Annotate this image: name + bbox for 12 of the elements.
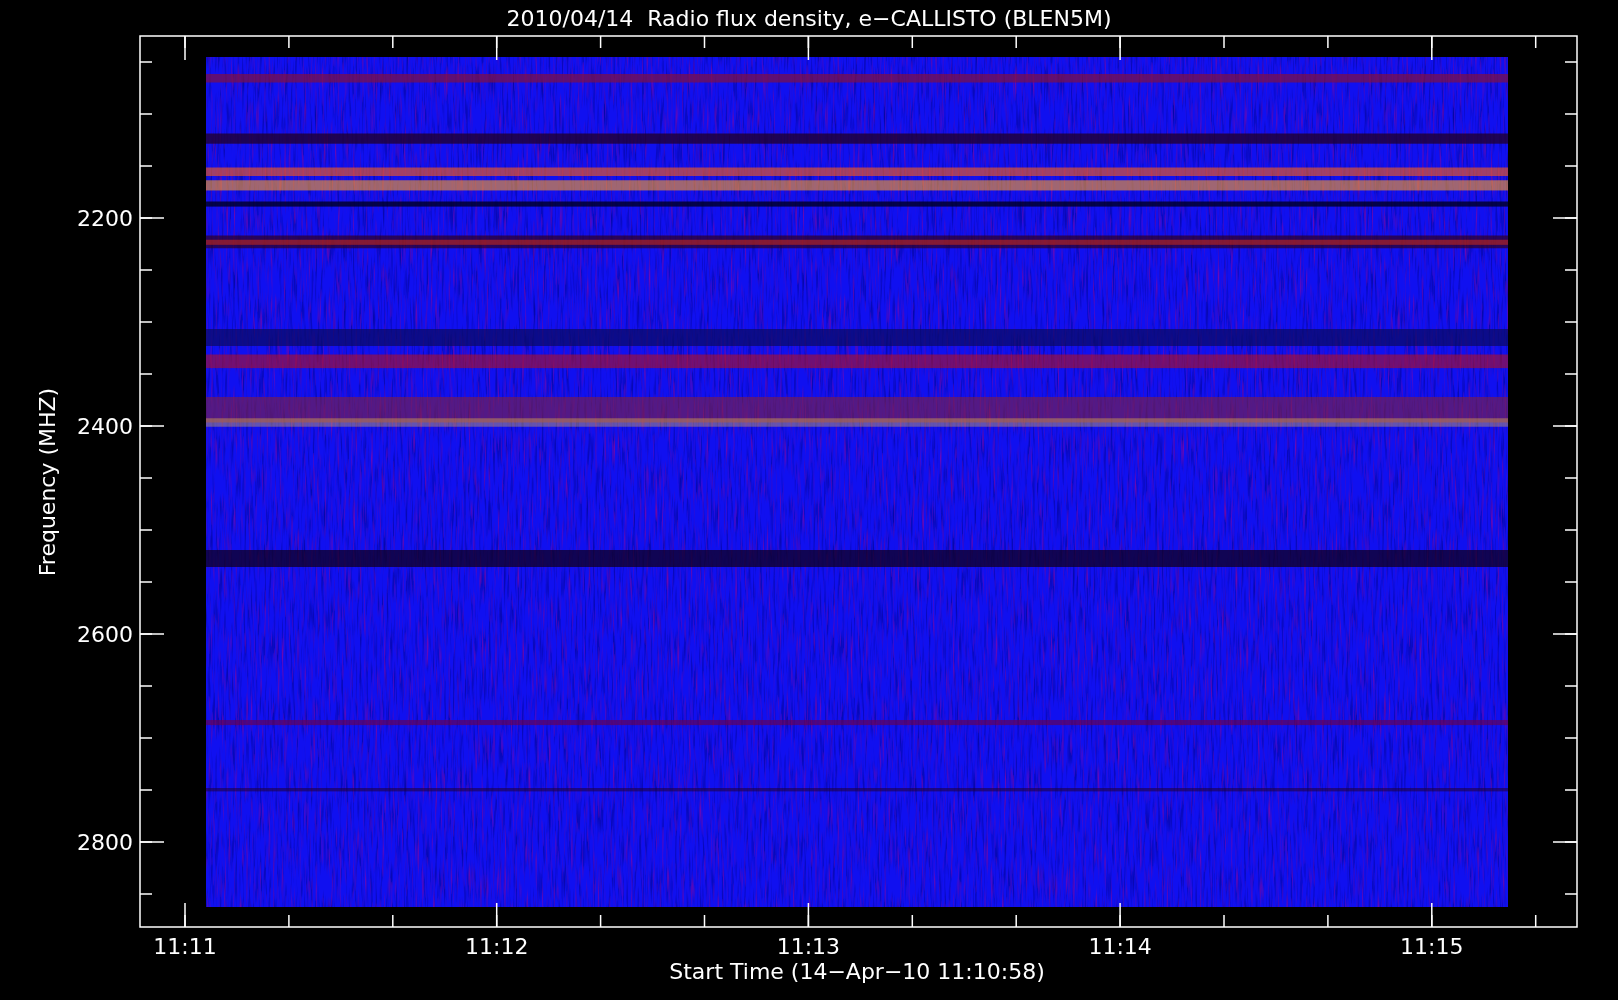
chart-title: 2010/04/14 Radio flux density, e−CALLISTO (BLEN5M) — [506, 6, 1112, 31]
x-axis-label: Start Time (14−Apr−10 11:10:58) — [669, 959, 1045, 984]
x-tick-label: 11:12 — [465, 934, 529, 959]
x-tick-label: 11:15 — [1400, 934, 1464, 959]
x-tick-label: 11:14 — [1088, 934, 1152, 959]
y-tick-label: 2800 — [77, 830, 133, 855]
y-tick-label: 2400 — [77, 414, 133, 439]
y-axis-label: Frequency (MHZ) — [35, 387, 60, 577]
x-tick-label: 11:13 — [776, 934, 841, 959]
y-tick-label: 2600 — [77, 622, 133, 647]
x-tick-label: 11:11 — [153, 934, 217, 959]
y-tick-label: 2200 — [77, 206, 133, 231]
